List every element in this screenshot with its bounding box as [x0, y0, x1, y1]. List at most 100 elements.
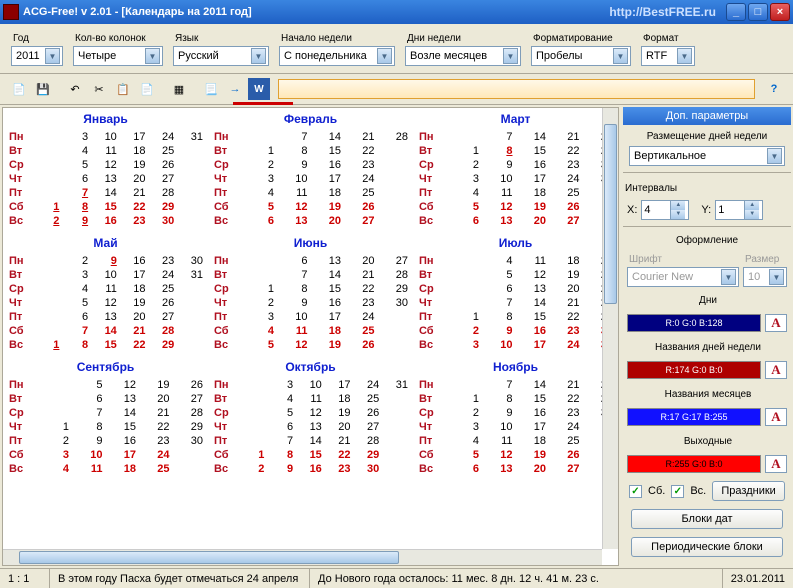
dow-label: Вт [415, 144, 449, 158]
day-cell: 12 [296, 406, 325, 420]
day-cell: 9 [62, 214, 91, 228]
day-cell: 5 [244, 338, 278, 352]
day-cell [39, 378, 73, 392]
year-combo[interactable]: 2011▼ [11, 46, 63, 66]
sunday-checkbox[interactable]: ✓ [671, 485, 684, 498]
day-cell: 14 [91, 324, 120, 338]
day-cell: 2 [449, 324, 483, 338]
action-toolbar: 📄 💾 ↶ ✂ 📋 📄 ▦ 📃 → W ? [0, 74, 793, 105]
day-cell: 17 [516, 172, 550, 186]
day-cell: 19 [325, 406, 354, 420]
search-input[interactable] [278, 79, 755, 99]
horizontal-scrollbar[interactable] [3, 549, 602, 565]
day-cell: 20 [344, 254, 378, 268]
day-cell: 3 [39, 448, 73, 462]
month-name: Ноябрь [415, 360, 616, 374]
monthnames-color-label: Названия месяцев [625, 389, 791, 400]
chevron-down-icon[interactable]: ▼ [670, 210, 685, 219]
day-cell: 20 [325, 420, 354, 434]
day-cell: 5 [267, 406, 296, 420]
dow-label: Ср [5, 282, 34, 296]
columns-combo[interactable]: Четыре▼ [73, 46, 163, 66]
weekend-color-swatch[interactable]: R:255 G:0 B:0 [627, 455, 761, 473]
weekstart-combo[interactable]: С понедельника▼ [279, 46, 395, 66]
monthnames-font-button[interactable]: A [765, 408, 787, 426]
day-cell [39, 406, 73, 420]
x-spinner[interactable]: ▲▼ [641, 200, 689, 220]
new-button[interactable]: 📄 [8, 78, 30, 100]
day-cell: 23 [325, 462, 354, 476]
downames-color-swatch[interactable]: R:174 G:0 B:0 [627, 361, 761, 379]
day-cell: 20 [516, 214, 550, 228]
maximize-button[interactable]: □ [748, 3, 768, 21]
chevron-up-icon[interactable]: ▲ [670, 201, 685, 210]
cut-button[interactable]: ✂ [88, 78, 110, 100]
word-button[interactable]: W [248, 78, 270, 100]
formatting-combo[interactable]: Пробелы▼ [531, 46, 631, 66]
sidebar: Доп. параметры Размещение дней недели Ве… [621, 105, 793, 568]
vertical-scrollbar[interactable] [602, 108, 618, 549]
day-cell: 29 [378, 282, 412, 296]
day-cell: 24 [549, 420, 583, 434]
day-cell: 27 [344, 214, 378, 228]
close-button[interactable]: × [770, 3, 790, 21]
font-combo: Courier New▼ [627, 267, 739, 287]
year-label: Год [11, 33, 63, 44]
dow-label: Вс [415, 462, 449, 476]
paste-button[interactable]: 📄 [136, 78, 158, 100]
minimize-button[interactable]: _ [726, 3, 746, 21]
active-indicator [233, 102, 293, 105]
saturday-checkbox[interactable]: ✓ [629, 485, 642, 498]
arrow-right-icon[interactable]: → [224, 78, 246, 100]
chevron-up-icon[interactable]: ▲ [744, 201, 759, 210]
periodicblocks-button[interactable]: Периодические блоки [631, 537, 783, 557]
day-cell: 24 [549, 338, 583, 352]
day-cell: 7 [277, 268, 311, 282]
copy-button[interactable]: 📋 [112, 78, 134, 100]
day-cell: 14 [516, 378, 550, 392]
monthnames-color-swatch[interactable]: R:17 G:17 B:255 [627, 408, 761, 426]
day-cell [239, 434, 268, 448]
save-button[interactable]: 💾 [32, 78, 54, 100]
daysplace-combo[interactable]: Возле месяцев▼ [405, 46, 521, 66]
grid-button[interactable]: ▦ [168, 78, 190, 100]
day-cell: 19 [311, 338, 345, 352]
status-easter: В этом году Пасха будет отмечаться 24 ап… [50, 569, 310, 588]
day-cell [378, 144, 412, 158]
days-color-swatch[interactable]: R:0 G:0 B:128 [627, 314, 761, 332]
days-font-button[interactable]: A [765, 314, 787, 332]
day-cell [239, 420, 268, 434]
day-cell: 15 [311, 282, 345, 296]
chevron-down-icon[interactable]: ▼ [744, 210, 759, 219]
dow-label: Пт [415, 434, 449, 448]
day-cell [378, 200, 412, 214]
help-button[interactable]: ? [763, 78, 785, 100]
day-cell: 19 [139, 378, 173, 392]
weekend-font-button[interactable]: A [765, 455, 787, 473]
dow-label: Чт [210, 420, 239, 434]
undo-button[interactable]: ↶ [64, 78, 86, 100]
placement-label: Размещение дней недели [623, 131, 791, 142]
doc-button[interactable]: 📃 [200, 78, 222, 100]
day-cell: 22 [139, 420, 173, 434]
placement-combo[interactable]: Вертикальное▼ [629, 146, 785, 166]
chevron-down-icon: ▼ [251, 48, 266, 64]
holidays-button[interactable]: Праздники [712, 481, 785, 501]
lang-combo[interactable]: Русский▼ [173, 46, 269, 66]
y-label: Y: [701, 204, 711, 216]
downames-font-button[interactable]: A [765, 361, 787, 379]
day-cell: 23 [549, 324, 583, 338]
y-spinner[interactable]: ▲▼ [715, 200, 763, 220]
day-cell: 10 [277, 310, 311, 324]
dow-label: Вт [210, 144, 244, 158]
outformat-combo[interactable]: RTF▼ [641, 46, 695, 66]
day-cell: 8 [482, 310, 516, 324]
day-cell: 4 [39, 462, 73, 476]
dateblocks-button[interactable]: Блоки дат [631, 509, 783, 529]
dow-label: Вт [5, 392, 39, 406]
day-cell: 4 [244, 324, 278, 338]
day-cell: 21 [325, 434, 354, 448]
day-cell: 12 [516, 268, 550, 282]
dow-label: Пн [5, 254, 34, 268]
day-cell: 5 [449, 200, 483, 214]
